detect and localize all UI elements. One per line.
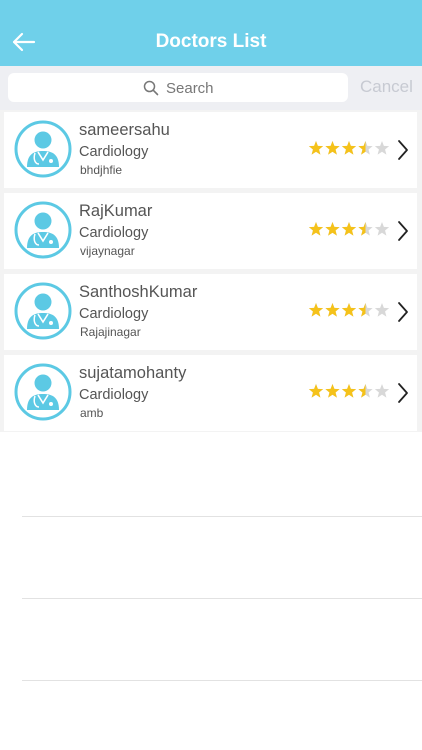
doctor-name: SanthoshKumar	[79, 283, 198, 301]
cancel-button[interactable]: Cancel	[360, 77, 413, 97]
doctor-list-item[interactable]: RajKumar Cardiology vijaynagar	[4, 193, 417, 269]
star-icon	[374, 222, 390, 236]
star-icon-filled	[308, 384, 324, 398]
star-icon	[374, 384, 390, 398]
doctor-specialty: Cardiology	[79, 225, 149, 241]
star-rating	[308, 141, 390, 155]
doctor-avatar-icon	[14, 363, 72, 421]
star-icon-filled	[325, 384, 340, 398]
star-icon-filled	[325, 222, 340, 236]
doctor-specialty: Cardiology	[79, 306, 149, 322]
star-rating	[308, 384, 390, 398]
star-icon-filled	[308, 303, 324, 317]
doctor-specialty: Cardiology	[79, 387, 149, 403]
star-icon-filled	[325, 141, 340, 155]
chevron-right-icon[interactable]	[396, 220, 410, 242]
search-box[interactable]	[8, 73, 348, 102]
chevron-right-icon[interactable]	[396, 301, 410, 323]
star-icon-filled	[341, 222, 357, 236]
row-separator	[22, 680, 422, 681]
doctor-location: vijaynagar	[80, 244, 135, 258]
search-bar: Cancel	[0, 66, 422, 110]
doctor-name: sujatamohanty	[79, 364, 187, 382]
star-rating	[308, 222, 390, 236]
doctor-name: RajKumar	[79, 202, 153, 220]
chevron-right-icon[interactable]	[396, 139, 410, 161]
doctor-specialty: Cardiology	[79, 144, 149, 160]
doctor-avatar-icon	[14, 282, 72, 340]
row-separator	[22, 598, 422, 599]
doctor-name: sameersahu	[79, 121, 170, 139]
star-icon	[374, 141, 390, 155]
doctor-list-item[interactable]: SanthoshKumar Cardiology Rajajinagar	[4, 274, 417, 350]
star-icon-filled	[308, 141, 324, 155]
doctor-location: bhdjhfie	[80, 163, 123, 177]
star-icon-filled	[308, 222, 324, 236]
page-title: Doctors List	[155, 31, 267, 52]
star-icon-filled	[341, 141, 357, 155]
search-icon	[143, 80, 159, 96]
chevron-right-icon[interactable]	[396, 382, 410, 404]
search-input[interactable]	[166, 77, 336, 99]
star-icon	[374, 303, 390, 317]
star-rating	[308, 303, 390, 317]
row-separator	[22, 516, 422, 517]
star-icon-filled	[325, 303, 340, 317]
empty-list-area	[0, 432, 422, 750]
doctor-location: Rajajinagar	[80, 325, 141, 339]
star-icon-filled	[341, 303, 357, 317]
navigation-bar: Doctors List	[0, 0, 422, 66]
star-icon-filled	[341, 384, 357, 398]
doctor-list-item[interactable]: sameersahu Cardiology bhdjhfie	[4, 112, 417, 188]
doctor-list-item[interactable]: sujatamohanty Cardiology amb	[4, 355, 417, 431]
doctor-location: amb	[80, 406, 104, 420]
doctor-avatar-icon	[14, 120, 72, 178]
doctor-avatar-icon	[14, 201, 72, 259]
